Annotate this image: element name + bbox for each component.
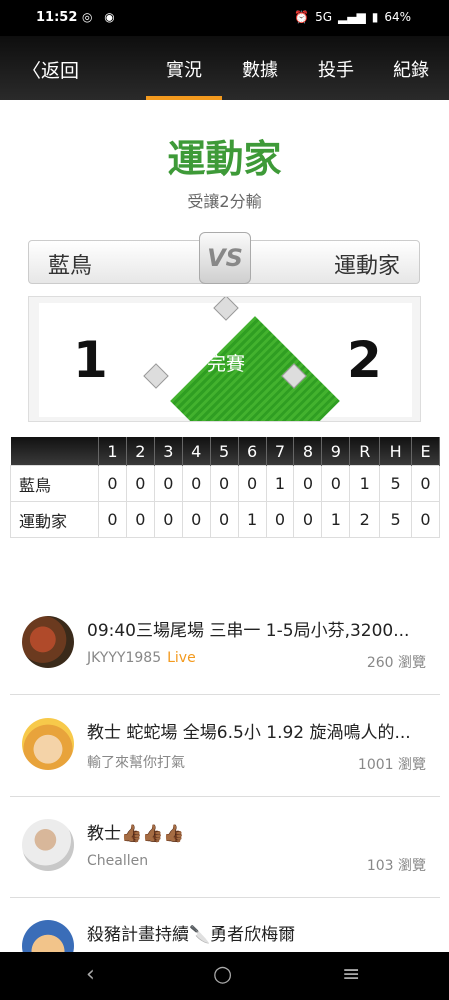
linescore-header-cell: 7 xyxy=(266,437,295,466)
live-badge: Live xyxy=(167,650,196,666)
top-nav: 〈返回 實況 數據 投手 紀錄 xyxy=(0,36,449,100)
post-author: JKYYY1985 xyxy=(87,650,162,666)
linescore-header-cell: H xyxy=(379,437,413,466)
back-label: 返回 xyxy=(41,60,80,82)
game-status: 完賽 xyxy=(206,353,245,375)
team-cell: 運動家 xyxy=(10,501,99,538)
post-title: 教士 蛇蛇場 全場6.5小 1.92 旋渦鳴人的... xyxy=(87,723,411,743)
linescore-header-cell: R xyxy=(349,437,381,466)
score-cell: 0 xyxy=(293,465,323,502)
view-count: 103 瀏覽 xyxy=(366,858,426,874)
score-cell: 0 xyxy=(209,501,239,538)
post-author: Cheallen xyxy=(87,853,149,869)
status-bar: 11:52 ◎ ◉ ⏰ 5G ▂▄▆ ▮ 64% xyxy=(0,0,449,36)
alarm-icon: ⏰ xyxy=(294,10,310,24)
tab-pitchers[interactable]: 投手 xyxy=(318,56,354,82)
score-cell: 0 xyxy=(98,501,127,538)
post-title: 殺豬計畫持續🔪勇者欣梅爾 xyxy=(87,925,296,945)
post-title: 教士👍🏾👍🏾👍🏾 xyxy=(87,824,185,844)
post-author-line: JKYYY1985 Live xyxy=(87,650,196,666)
battery-level: 64% xyxy=(384,10,411,24)
score-cell: 0 xyxy=(411,501,440,538)
away-score: 1 xyxy=(73,331,108,389)
back-button[interactable]: 〈返回 xyxy=(22,56,79,83)
naruto-avatar xyxy=(22,718,74,770)
linescore-header-cell: 5 xyxy=(210,437,239,466)
score-cell: 0 xyxy=(153,465,183,502)
linescore-header-cell: 8 xyxy=(293,437,323,466)
score-cell: 0 xyxy=(98,465,127,502)
table-row: 藍鳥 0 0 0 0 0 0 1 0 0 1 5 0 xyxy=(10,465,440,502)
linescore-header-cell: 9 xyxy=(321,437,351,466)
post-author: 輸了來幫你打氣 xyxy=(87,755,185,771)
linescore-header-cell: 1 xyxy=(98,437,127,466)
list-item[interactable]: 09:40三場尾場 三串一 1-5局小芬,3200... JKYYY1985 Li… xyxy=(10,594,440,695)
vs-badge: VS xyxy=(199,232,251,284)
score-cell: 5 xyxy=(379,501,413,538)
score-cell: 1 xyxy=(265,465,295,502)
home-score: 2 xyxy=(347,331,382,389)
signal-icon: ▂▄▆ xyxy=(338,10,366,24)
clock: 11:52 xyxy=(36,10,78,25)
view-count: 260 瀏覽 xyxy=(366,655,426,671)
linescore-header-cell: 6 xyxy=(238,437,267,466)
away-team-name: 藍鳥 xyxy=(48,254,93,279)
tab-stats[interactable]: 數據 xyxy=(242,56,278,82)
list-item[interactable]: 教士👍🏾👍🏾👍🏾 Cheallen 103 瀏覽 xyxy=(10,797,440,898)
score-cell: 0 xyxy=(265,501,295,538)
linescore-header-cell: E xyxy=(411,437,440,466)
score-cell: 0 xyxy=(209,465,239,502)
scoreboard: 1 2 完賽 xyxy=(28,296,421,422)
linescore-header-cell: 3 xyxy=(154,437,183,466)
recents-nav-icon[interactable]: ≡ xyxy=(342,962,360,987)
score-cell: 5 xyxy=(379,465,413,502)
tab-live[interactable]: 實況 xyxy=(146,56,222,100)
system-icons: ⏰ 5G ▂▄▆ ▮ 64% xyxy=(294,10,411,24)
score-cell: 0 xyxy=(153,501,183,538)
network-label: 5G xyxy=(315,10,333,24)
linescore-header: 1 2 3 4 5 6 7 8 9 R H E xyxy=(10,437,440,466)
score-cell: 1 xyxy=(349,465,381,502)
winner-title: 運動家 xyxy=(167,136,282,181)
score-cell: 1 xyxy=(321,501,351,538)
linescore-table: 1 2 3 4 5 6 7 8 9 R H E 藍鳥 0 0 0 0 0 0 1… xyxy=(10,437,440,538)
chevron-left-icon: 〈 xyxy=(22,60,42,82)
notification-icons: ◎ ◉ xyxy=(82,10,119,24)
score-cell: 0 xyxy=(411,465,440,502)
system-nav-bar: ‹ ○ ≡ xyxy=(0,952,449,1000)
result-subtitle: 受讓2分輸 xyxy=(187,192,262,211)
home-team-name: 運動家 xyxy=(333,254,400,279)
score-cell: 0 xyxy=(125,501,155,538)
table-row: 運動家 0 0 0 0 0 1 0 0 1 2 5 0 xyxy=(10,501,440,538)
post-title: 09:40三場尾場 三串一 1-5局小芬,3200... xyxy=(87,621,410,641)
team-cell: 藍鳥 xyxy=(10,465,99,502)
score-cell: 0 xyxy=(125,465,155,502)
list-item[interactable]: 教士 蛇蛇場 全場6.5小 1.92 旋渦鳴人的... 輸了來幫你打氣 1001… xyxy=(10,696,440,797)
score-cell: 0 xyxy=(321,465,351,502)
matchup-bar: 藍鳥 運動家 VS xyxy=(28,232,420,284)
tab-records[interactable]: 紀錄 xyxy=(393,56,429,82)
linescore-header-cell xyxy=(10,437,99,466)
home-nav-icon[interactable]: ○ xyxy=(213,962,232,987)
person-avatar xyxy=(22,819,74,871)
view-count: 1001 瀏覽 xyxy=(357,757,426,773)
score-cell: 1 xyxy=(237,501,267,538)
back-nav-icon[interactable]: ‹ xyxy=(86,962,95,987)
score-cell: 0 xyxy=(181,465,211,502)
linescore-header-cell: 4 xyxy=(182,437,211,466)
food-avatar xyxy=(22,616,74,668)
linescore-header-cell: 2 xyxy=(126,437,155,466)
score-cell: 0 xyxy=(181,501,211,538)
score-cell: 0 xyxy=(293,501,323,538)
score-cell: 2 xyxy=(349,501,381,538)
score-cell: 0 xyxy=(237,465,267,502)
battery-icon: ▮ xyxy=(371,10,379,24)
